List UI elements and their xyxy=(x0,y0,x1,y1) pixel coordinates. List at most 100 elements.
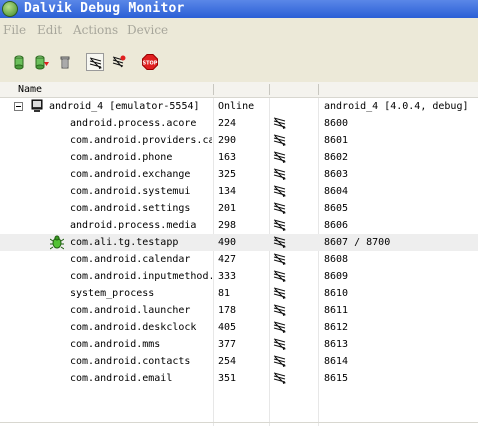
process-pid: 134 xyxy=(218,186,237,197)
process-name: com.ali.tg.testapp xyxy=(70,237,179,248)
device-row[interactable]: android_4 [emulator-5554] Online android… xyxy=(0,98,478,115)
device-name: android_4 [emulator-5554] xyxy=(49,101,200,112)
process-debug-port: 8603 xyxy=(324,169,349,180)
process-pid: 254 xyxy=(218,356,237,367)
process-name: android.process.acore xyxy=(70,118,197,129)
menu-actions[interactable]: Actions xyxy=(73,23,118,37)
menu-file[interactable]: File xyxy=(3,23,26,37)
menu-edit[interactable]: Edit xyxy=(37,23,62,37)
process-debug-port: 8600 xyxy=(324,118,349,129)
process-name: com.android.launcher xyxy=(70,305,191,316)
process-row[interactable]: com.android.settings 201 8605 xyxy=(0,200,478,217)
process-debug-port: 8611 xyxy=(324,305,349,316)
process-row[interactable]: com.android.contacts 254 8614 xyxy=(0,353,478,370)
threads-icon xyxy=(273,287,286,299)
threads-icon xyxy=(273,270,286,282)
column-separator xyxy=(269,84,270,95)
dump-icon xyxy=(35,55,49,70)
process-name: com.android.email xyxy=(70,373,173,384)
process-debug-port: 8613 xyxy=(324,339,349,350)
dump-hprof-button[interactable] xyxy=(32,53,50,71)
process-row[interactable]: com.ali.tg.testapp 490 8607 / 8700 xyxy=(0,234,478,251)
process-row[interactable]: com.android.inputmethod. 333 8609 xyxy=(0,268,478,285)
process-pid: 325 xyxy=(218,169,237,180)
process-name: android.process.media xyxy=(70,220,197,231)
device-icon xyxy=(31,99,43,112)
process-row[interactable]: com.android.phone 163 8602 xyxy=(0,149,478,166)
process-pid: 377 xyxy=(218,339,237,350)
process-debug-port: 8610 xyxy=(324,288,349,299)
threads-icon xyxy=(273,236,286,248)
process-debug-port: 8612 xyxy=(324,322,349,333)
process-name: com.android.providers.ca xyxy=(70,135,212,146)
process-row[interactable]: com.android.email 351 8615 xyxy=(0,370,478,387)
ddms-android-icon xyxy=(2,1,18,17)
process-name: com.android.deskclock xyxy=(70,322,197,333)
process-pid: 490 xyxy=(218,237,237,248)
process-debug-port: 8602 xyxy=(324,152,349,163)
process-name: com.android.phone xyxy=(70,152,173,163)
process-pid: 290 xyxy=(218,135,237,146)
debugger-bug-icon xyxy=(50,235,64,250)
process-name: com.android.contacts xyxy=(70,356,191,367)
process-pid: 427 xyxy=(218,254,237,265)
stop-process-button[interactable]: STOP xyxy=(141,53,159,71)
device-status: Online xyxy=(218,101,255,112)
menu-bar: File Edit Actions Device xyxy=(0,18,478,40)
column-header-name[interactable]: Name xyxy=(14,82,214,97)
process-row[interactable]: com.android.mms 377 8613 xyxy=(0,336,478,353)
process-debug-port: 8609 xyxy=(324,271,349,282)
process-debug-port: 8606 xyxy=(324,220,349,231)
process-debug-port: 8605 xyxy=(324,203,349,214)
process-pid: 81 xyxy=(218,288,231,299)
update-heap-button[interactable] xyxy=(10,53,28,71)
threads-icon xyxy=(273,117,286,129)
trash-icon xyxy=(60,56,70,69)
process-pid: 163 xyxy=(218,152,237,163)
process-name: com.android.exchange xyxy=(70,169,191,180)
profiling-icon xyxy=(112,55,126,68)
process-row[interactable]: system_process 81 8610 xyxy=(0,285,478,302)
column-separator xyxy=(213,84,214,95)
process-pid: 405 xyxy=(218,322,237,333)
threads-icon xyxy=(273,321,286,333)
device-tree-table[interactable]: Name android_4 [emulator-5554] Online an… xyxy=(0,82,478,426)
process-pid: 201 xyxy=(218,203,237,214)
menu-device[interactable]: Device xyxy=(127,23,168,37)
process-name: system_process xyxy=(70,288,155,299)
threads-icon xyxy=(273,219,286,231)
process-row[interactable]: com.android.deskclock 405 8612 xyxy=(0,319,478,336)
process-pid: 333 xyxy=(218,271,237,282)
title-bar: Dalvik Debug Monitor xyxy=(0,0,478,18)
process-row[interactable]: android.process.acore 224 8600 xyxy=(0,115,478,132)
process-debug-port: 8604 xyxy=(324,186,349,197)
toolbar: STOP xyxy=(0,40,478,80)
cause-gc-button[interactable] xyxy=(56,53,74,71)
process-row[interactable]: com.android.exchange 325 8603 xyxy=(0,166,478,183)
process-row[interactable]: com.android.providers.ca 290 8601 xyxy=(0,132,478,149)
table-header: Name xyxy=(0,82,478,98)
threads-icon xyxy=(273,185,286,197)
process-row[interactable]: android.process.media 298 8606 xyxy=(0,217,478,234)
window-title: Dalvik Debug Monitor xyxy=(24,1,185,16)
threads-icon xyxy=(273,355,286,367)
process-debug-port: 8601 xyxy=(324,135,349,146)
process-debug-port: 8614 xyxy=(324,356,349,367)
collapse-toggle[interactable] xyxy=(14,102,23,111)
process-row[interactable]: com.android.systemui 134 8604 xyxy=(0,183,478,200)
threads-icon xyxy=(273,338,286,350)
threads-icon xyxy=(273,202,286,214)
process-name: com.android.mms xyxy=(70,339,161,350)
process-row[interactable]: com.android.calendar 427 8608 xyxy=(0,251,478,268)
process-pid: 298 xyxy=(218,220,237,231)
process-name: com.android.systemui xyxy=(70,186,191,197)
method-profiling-button[interactable] xyxy=(110,53,128,71)
process-debug-port: 8615 xyxy=(324,373,349,384)
process-name: com.android.settings xyxy=(70,203,191,214)
process-row[interactable]: com.android.launcher 178 8611 xyxy=(0,302,478,319)
process-name: com.android.inputmethod. xyxy=(70,271,212,282)
column-separator xyxy=(318,84,319,95)
process-pid: 178 xyxy=(218,305,237,316)
update-threads-button[interactable] xyxy=(86,53,104,71)
process-name: com.android.calendar xyxy=(70,254,191,265)
